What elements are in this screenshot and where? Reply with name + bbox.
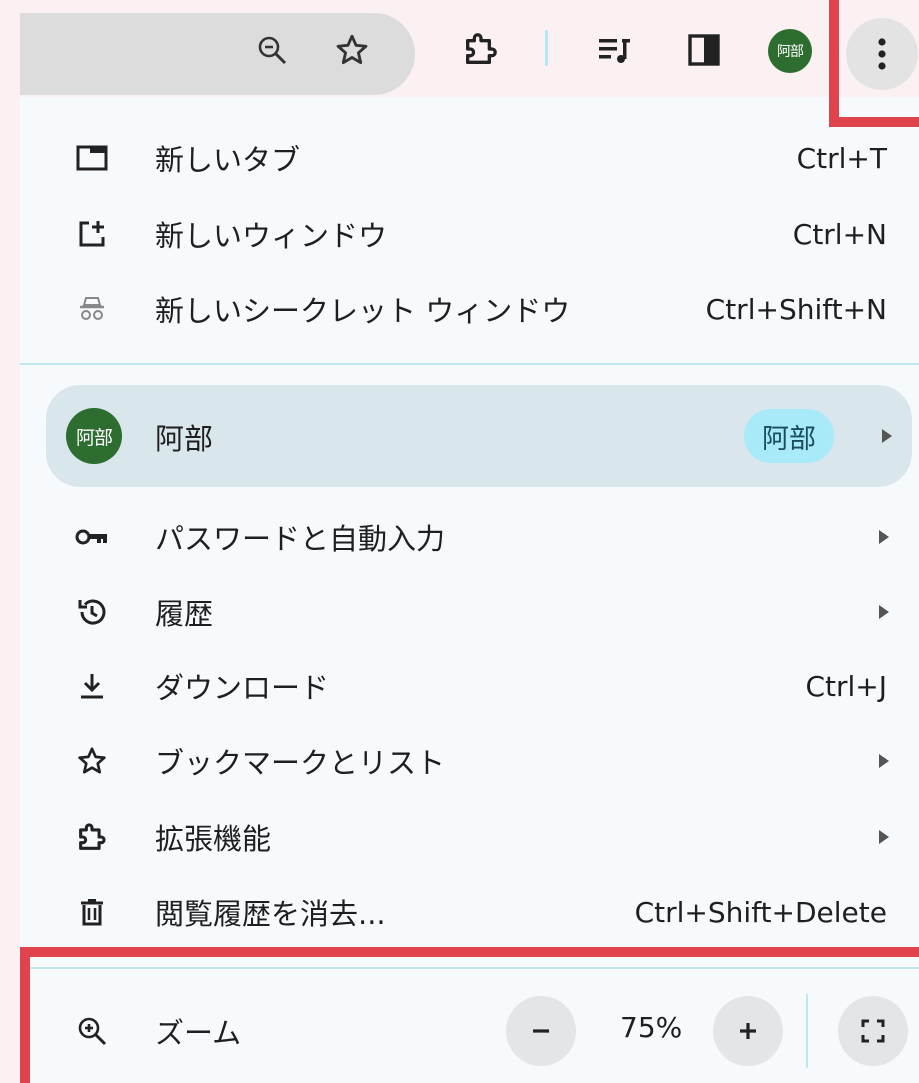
- zoom-out-icon[interactable]: [252, 30, 292, 70]
- new-window-icon: [72, 214, 112, 254]
- menu-item-profile[interactable]: 阿部 阿部 阿部: [46, 385, 912, 487]
- profile-name: 阿部: [155, 422, 214, 456]
- menu-item-clear-data[interactable]: 閲覧履歴を消去... Ctrl+Shift+Delete: [20, 876, 919, 948]
- submenu-arrow-icon: [882, 429, 892, 443]
- bookmark-star-icon[interactable]: [330, 28, 374, 72]
- new-tab-icon: [72, 138, 112, 178]
- menu-item-shortcut: Ctrl+Shift+Delete: [634, 895, 887, 929]
- menu-item-downloads[interactable]: ダウンロード Ctrl+J: [20, 650, 919, 722]
- menu-item-label: 新しいウィンドウ: [155, 219, 388, 253]
- submenu-arrow-icon: [879, 754, 889, 768]
- highlight-box-zoom: [20, 947, 919, 1083]
- menu-item-label: パスワードと自動入力: [155, 522, 446, 556]
- menu-item-passwords[interactable]: パスワードと自動入力: [20, 501, 919, 573]
- menu-item-shortcut: Ctrl+J: [805, 669, 887, 703]
- download-icon: [72, 666, 112, 706]
- menu-item-extensions[interactable]: 拡張機能: [20, 801, 919, 873]
- menu-item-label: ブックマークとリスト: [155, 746, 446, 780]
- submenu-arrow-icon: [879, 830, 889, 844]
- submenu-arrow-icon: [879, 530, 889, 544]
- menu-item-shortcut: Ctrl+Shift+N: [705, 292, 887, 326]
- browser-window: 阿部 新しいタブ Ctrl+T 新しいウィンドウ Ctrl+N 新しいシークレッ…: [0, 0, 919, 1083]
- menu-item-label: 新しいシークレット ウィンドウ: [155, 294, 571, 328]
- menu-item-shortcut: Ctrl+T: [796, 141, 887, 175]
- reading-list-icon[interactable]: [594, 30, 636, 70]
- menu-item-history[interactable]: 履歴: [20, 576, 919, 648]
- key-icon: [72, 517, 112, 557]
- menu-item-label: ダウンロード: [155, 671, 330, 705]
- toolbar-separator: [545, 30, 548, 66]
- menu-item-label: 履歴: [155, 597, 214, 631]
- trash-icon: [72, 892, 112, 932]
- side-panel-icon[interactable]: [684, 30, 724, 70]
- incognito-icon: [72, 289, 112, 329]
- extensions-icon[interactable]: [458, 26, 504, 72]
- menu-item-bookmarks[interactable]: ブックマークとリスト: [20, 725, 919, 797]
- history-icon: [72, 592, 112, 632]
- submenu-arrow-icon: [879, 605, 889, 619]
- menu-item-label: 新しいタブ: [155, 143, 301, 177]
- menu-item-new-window[interactable]: 新しいウィンドウ Ctrl+N: [20, 198, 919, 270]
- profile-avatar: 阿部: [66, 408, 122, 464]
- extensions-icon: [72, 817, 112, 857]
- profile-chip: 阿部: [744, 409, 834, 463]
- highlight-box-menu-button: [829, 0, 919, 127]
- menu-divider: [20, 363, 919, 365]
- menu-item-shortcut: Ctrl+N: [792, 217, 887, 251]
- star-icon: [72, 741, 112, 781]
- menu-item-label: 閲覧履歴を消去...: [155, 897, 386, 931]
- menu-item-new-tab[interactable]: 新しいタブ Ctrl+T: [20, 122, 919, 194]
- app-menu: 新しいタブ Ctrl+T 新しいウィンドウ Ctrl+N 新しいシークレット ウ…: [20, 97, 919, 1083]
- menu-item-label: 拡張機能: [155, 822, 272, 856]
- menu-item-incognito[interactable]: 新しいシークレット ウィンドウ Ctrl+Shift+N: [20, 273, 919, 345]
- profile-avatar-toolbar[interactable]: 阿部: [768, 29, 812, 73]
